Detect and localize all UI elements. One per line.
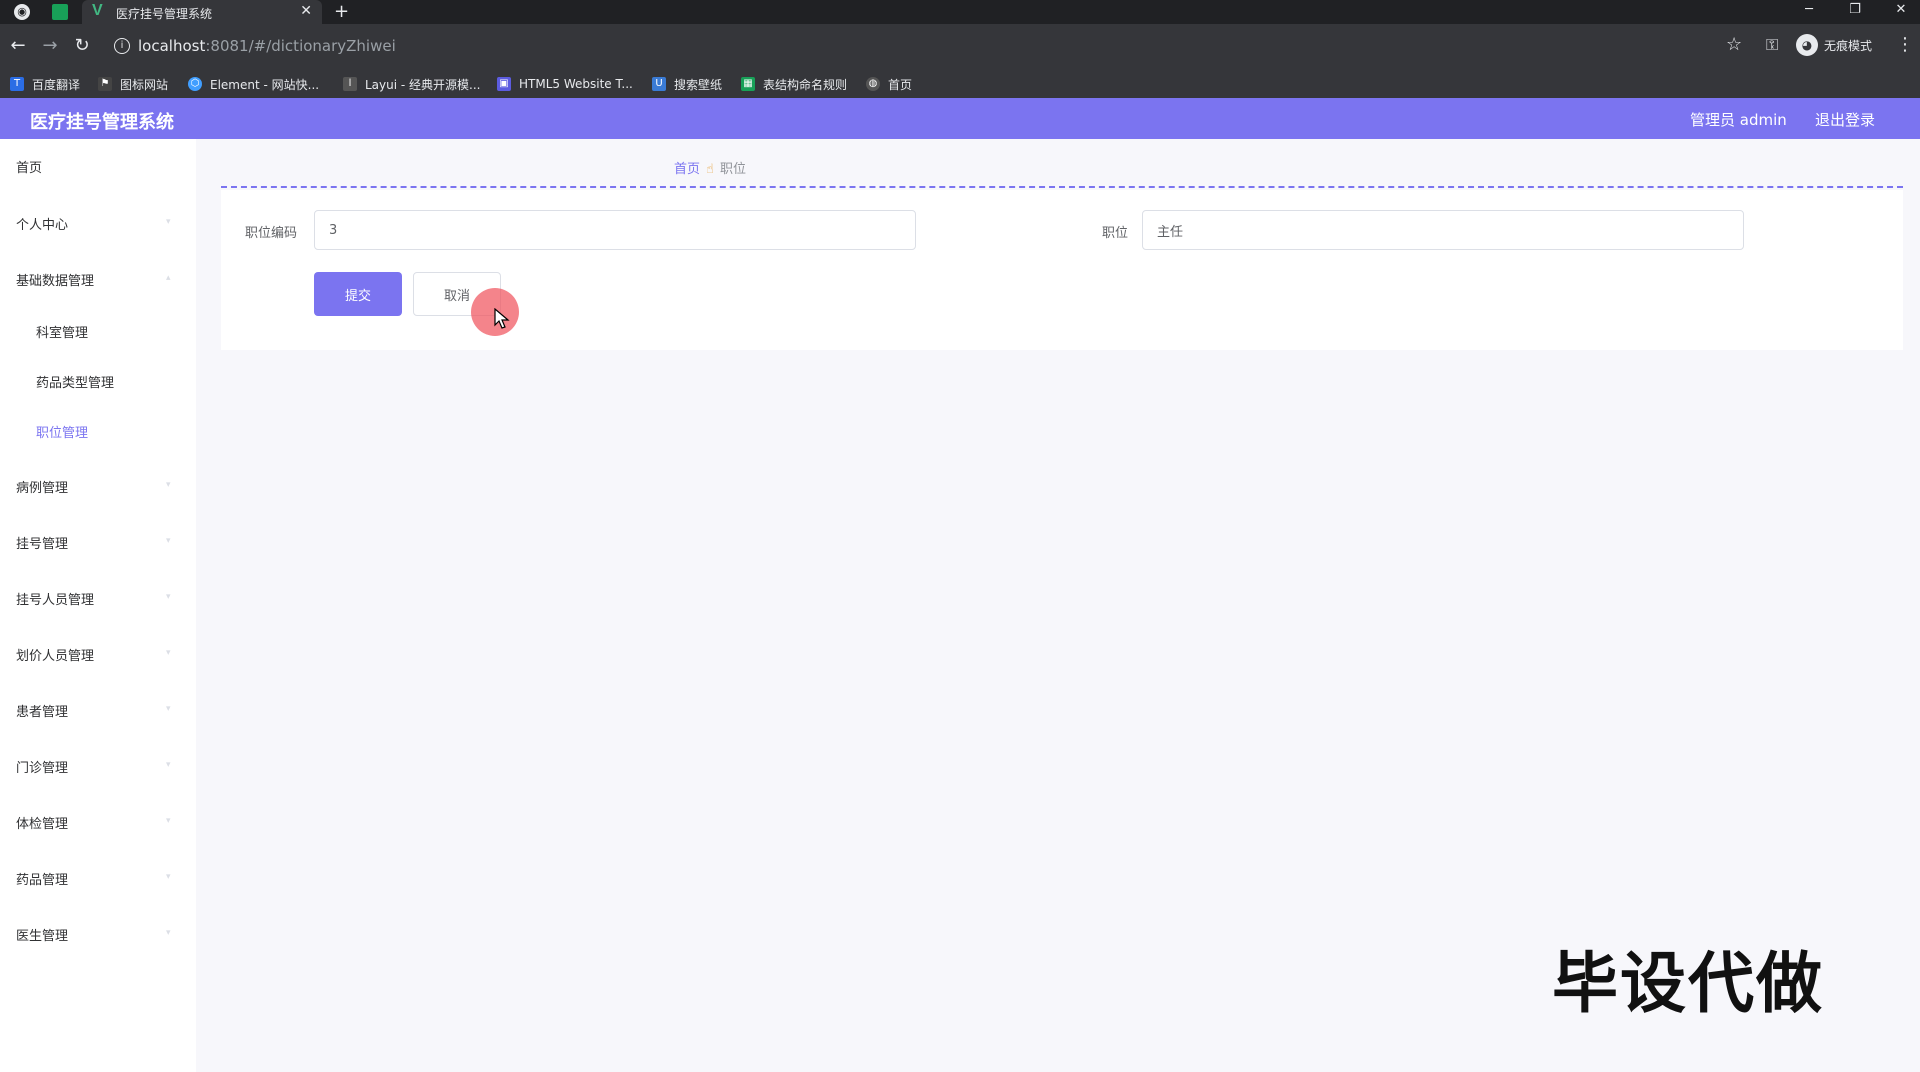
bookmark-label: 搜索壁纸	[674, 77, 723, 92]
sidebar-item-home[interactable]: 首页	[16, 157, 42, 176]
sidebar-item-positions[interactable]: 职位管理	[36, 422, 88, 441]
restore-icon[interactable]: ❐	[1845, 2, 1865, 17]
password-key-icon[interactable]: ⚿	[1766, 35, 1778, 55]
chevron-down-icon: ▾	[166, 928, 171, 938]
current-user: 管理员 admin	[1690, 111, 1787, 129]
url-field[interactable]: localhost:8081/#/dictionaryZhiwei	[138, 37, 396, 55]
element-icon: ⬡	[188, 77, 202, 91]
sidebar-item-registration[interactable]: 挂号管理	[16, 533, 68, 552]
chrome-icon: ◉	[14, 4, 30, 20]
sidebar-item-outpatient[interactable]: 门诊管理	[16, 757, 68, 776]
wallpaper-icon: U	[652, 77, 666, 91]
sidebar-item-patients[interactable]: 患者管理	[16, 701, 68, 720]
breadcrumb: 首页 ☝ 职位	[674, 158, 746, 177]
bookmark-label: 表结构命名规则	[763, 77, 848, 92]
bookmarks-bar: T 百度翻译 ⚑ 图标网站 ⬡ Element - 网站快... l Layui - 经…	[0, 69, 1920, 98]
sheet-icon: ▦	[741, 77, 755, 91]
chevron-down-icon: ▾	[166, 536, 171, 546]
position-name-input[interactable]	[1142, 210, 1744, 250]
position-code-label: 职位编码	[245, 226, 298, 241]
chevron-down-icon: ▾	[166, 816, 171, 826]
bookmark-item[interactable]: ▦ 表结构命名规则	[741, 75, 847, 93]
html5-icon: ▣	[497, 77, 511, 91]
incognito-icon: ◕	[1796, 34, 1818, 56]
tab-close-icon[interactable]: ✕	[300, 3, 312, 19]
translate-icon: T	[10, 77, 24, 91]
site-info-icon[interactable]: i	[114, 38, 130, 54]
window-close-icon[interactable]: ✕	[1891, 2, 1911, 17]
flag-icon: ⚑	[98, 77, 112, 91]
forward-icon[interactable]: →	[40, 35, 60, 56]
bookmark-label: 百度翻译	[32, 77, 81, 92]
sidebar-item-checkup[interactable]: 体检管理	[16, 813, 68, 832]
browser-menu-icon[interactable]: ⋮	[1896, 34, 1914, 55]
bookmark-item[interactable]: ⚑ 图标网站	[98, 75, 168, 93]
new-tab-icon[interactable]: +	[334, 1, 349, 22]
sidebar-item-pricers[interactable]: 划价人员管理	[16, 645, 94, 664]
chevron-down-icon: ▾	[166, 704, 171, 714]
url-host: localhost	[138, 37, 206, 55]
sidebar-item-doctors[interactable]: 医生管理	[16, 925, 68, 944]
sidebar-item-basic-data[interactable]: 基础数据管理	[16, 270, 94, 289]
incognito-label: 无痕模式	[1824, 39, 1873, 53]
browser-tab-active[interactable]: V 医疗挂号管理系统 ✕	[82, 0, 322, 24]
hand-icon: ☝	[706, 162, 714, 177]
bookmark-label: Layui - 经典开源模...	[365, 77, 481, 92]
bookmark-item[interactable]: l Layui - 经典开源模...	[343, 75, 480, 93]
sidebar-item-drug-types[interactable]: 药品类型管理	[36, 372, 114, 391]
browser-address-bar: ← → ↻ i localhost:8081/#/dictionaryZhiwe…	[0, 24, 1920, 69]
bookmark-item[interactable]: U 搜索壁纸	[652, 75, 722, 93]
bookmark-label: 图标网站	[120, 77, 169, 92]
chevron-down-icon: ▾	[166, 760, 171, 770]
bookmark-item[interactable]: ▣ HTML5 Website T...	[497, 75, 633, 93]
sidebar-item-departments[interactable]: 科室管理	[36, 322, 88, 341]
app-header: 医疗挂号管理系统 管理员 admin 退出登录	[0, 98, 1920, 139]
sidebar-item-profile[interactable]: 个人中心	[16, 214, 68, 233]
vue-favicon-icon: V	[92, 2, 103, 19]
browser-tab-bar: ◉ V 医疗挂号管理系统 ✕ + ─ ❐ ✕	[0, 0, 1920, 24]
divider	[221, 186, 1903, 188]
bookmark-label: Element - 网站快...	[210, 77, 320, 92]
logout-link[interactable]: 退出登录	[1815, 109, 1875, 130]
sidebar-menu: 首页 个人中心 ▾ 基础数据管理 ▴ 科室管理 药品类型管理 职位管理 病例管理…	[0, 139, 196, 1072]
back-icon[interactable]: ←	[8, 35, 28, 56]
chevron-up-icon: ▴	[166, 273, 171, 283]
position-code-input[interactable]	[314, 210, 916, 250]
breadcrumb-current: 职位	[719, 162, 746, 177]
globe-icon: ◍	[866, 77, 880, 91]
breadcrumb-home[interactable]: 首页	[674, 162, 700, 177]
tab-title: 医疗挂号管理系统	[116, 7, 213, 21]
bookmark-label: 首页	[888, 77, 913, 92]
bookmark-item[interactable]: ⬡ Element - 网站快...	[188, 75, 319, 93]
sidebar-item-drugs[interactable]: 药品管理	[16, 869, 68, 888]
bookmark-star-icon[interactable]: ☆	[1726, 34, 1742, 55]
bookmark-label: HTML5 Website T...	[519, 77, 633, 91]
app-title: 医疗挂号管理系统	[30, 112, 174, 133]
submit-button[interactable]: 提交	[314, 272, 402, 316]
mouse-cursor-icon	[494, 308, 510, 329]
chevron-down-icon: ▾	[166, 217, 171, 227]
watermark-text: 毕设代做	[1552, 945, 1824, 1022]
minimize-icon[interactable]: ─	[1799, 2, 1819, 17]
bookmark-item[interactable]: ◍ 首页	[866, 75, 912, 93]
bookmark-item[interactable]: T 百度翻译	[10, 75, 80, 93]
pinned-tab-icon[interactable]	[52, 4, 68, 20]
chevron-down-icon: ▾	[166, 480, 171, 490]
reload-icon[interactable]: ↻	[72, 35, 92, 56]
chevron-down-icon: ▾	[166, 592, 171, 602]
sidebar-item-registrars[interactable]: 挂号人员管理	[16, 589, 94, 608]
chevron-down-icon: ▾	[166, 648, 171, 658]
chevron-down-icon: ▾	[166, 872, 171, 882]
sidebar-item-cases[interactable]: 病例管理	[16, 477, 68, 496]
layui-icon: l	[343, 77, 357, 91]
position-name-label: 职位	[1102, 226, 1129, 241]
url-path: :8081/#/dictionaryZhiwei	[205, 37, 396, 55]
